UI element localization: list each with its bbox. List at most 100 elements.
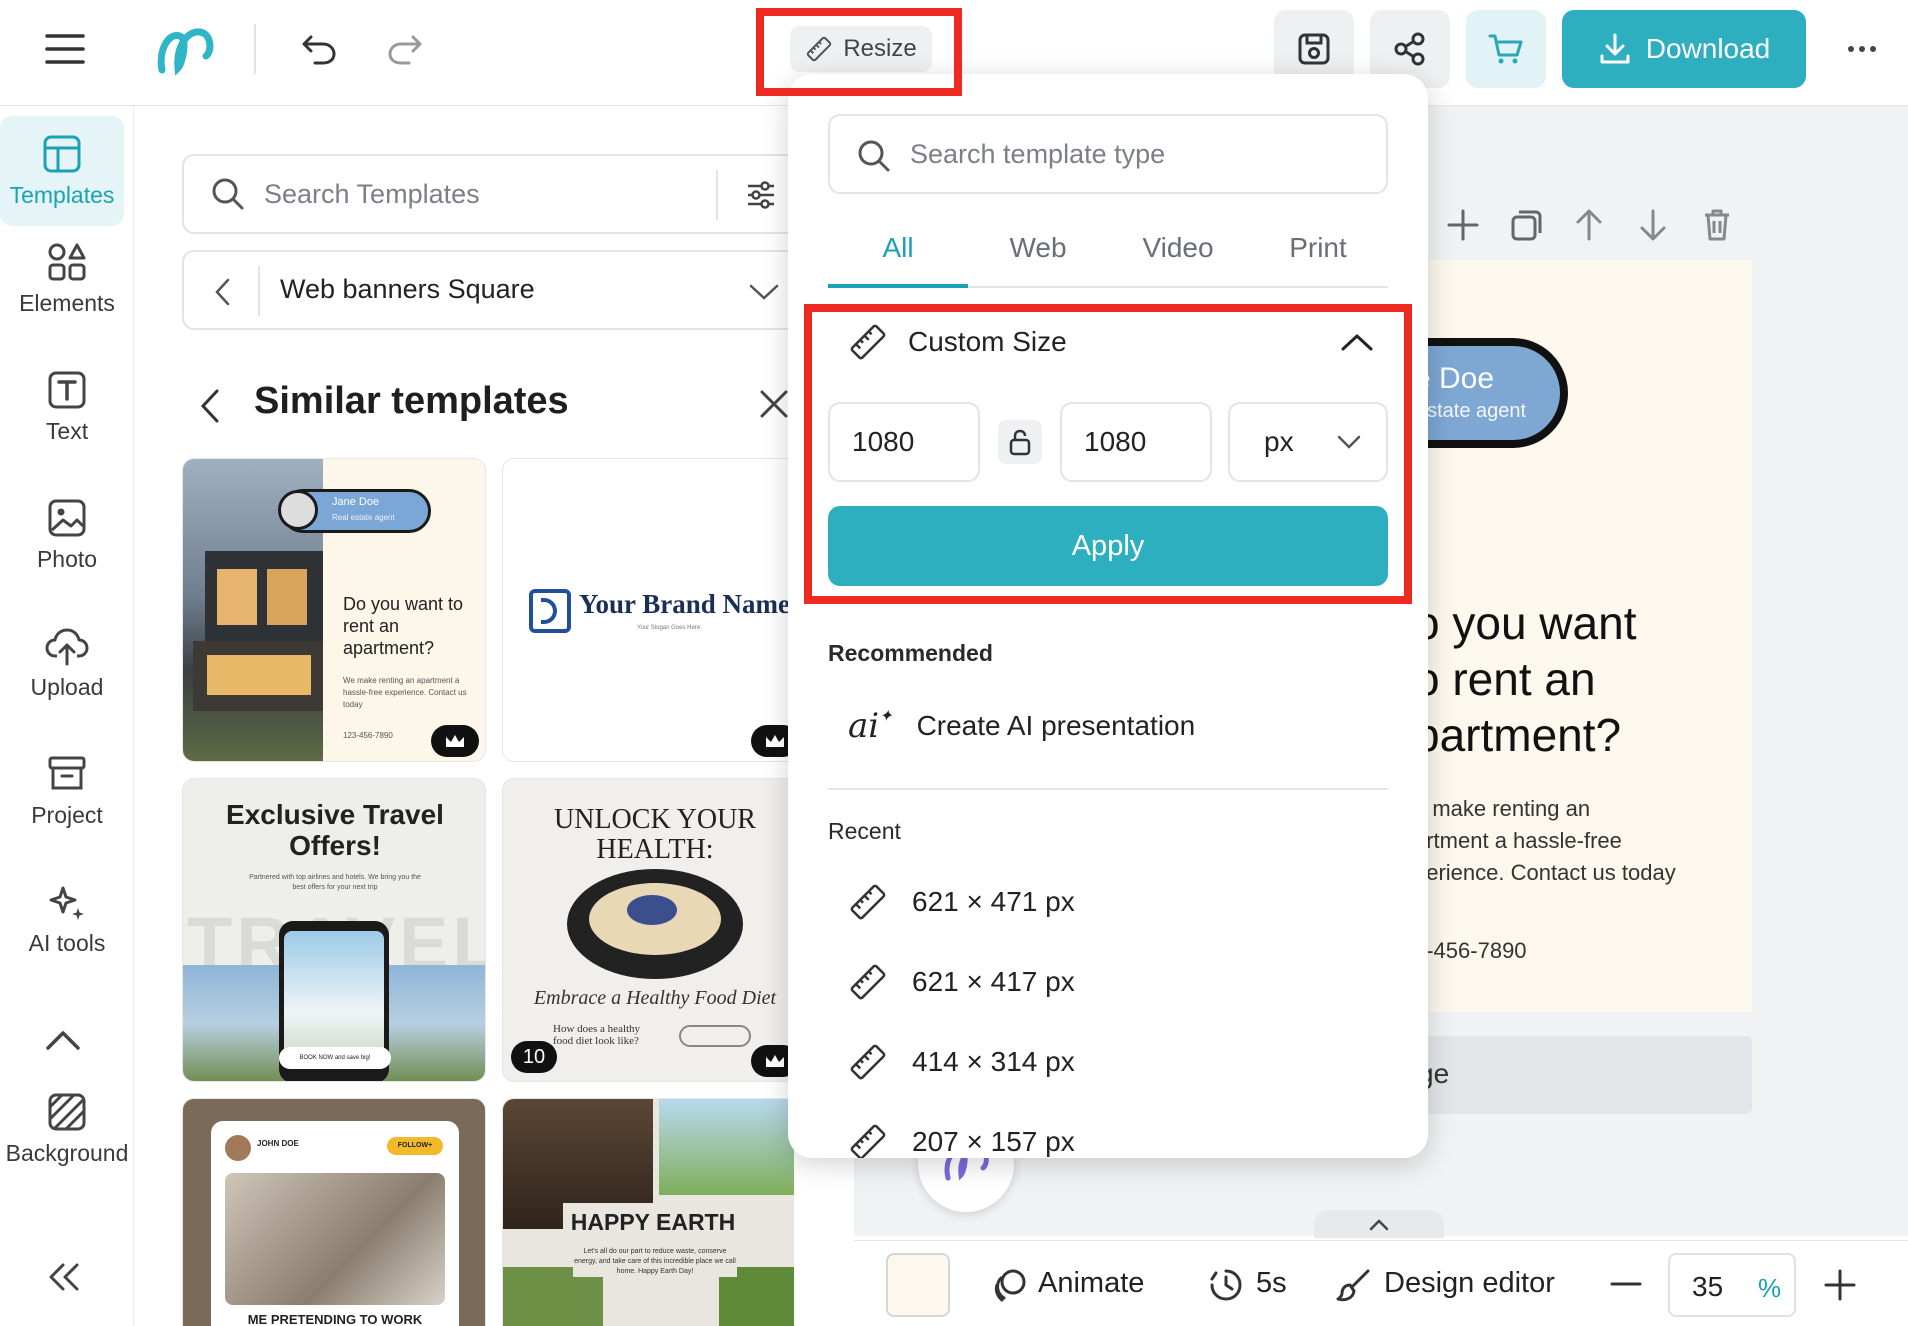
design-editor-label[interactable]: Design editor (1384, 1267, 1555, 1300)
more-options-icon[interactable] (1840, 30, 1884, 68)
template-subtitle: Partnered with top airlines and hotels. … (249, 874, 421, 891)
zoom-value: 35 (1692, 1271, 1724, 1302)
filter-icon[interactable] (746, 180, 776, 210)
design-headline-1: o you want (1414, 597, 1637, 649)
recent-size-item[interactable]: 621 × 471 px (848, 872, 1075, 932)
category-label: Web banners Square (280, 274, 535, 304)
sidebar-item-templates[interactable]: Templates (0, 116, 124, 226)
search-placeholder: Search template type (910, 139, 1166, 169)
trash-icon[interactable] (1702, 208, 1732, 242)
template-card-earth-day[interactable]: HAPPY EARTH DAY Let's all do our part to… (502, 1098, 794, 1326)
tab-web[interactable]: Web (968, 232, 1108, 264)
template-headline: UNLOCK YOUR HEALTH: (554, 804, 756, 865)
sidebar-item-ai-tools[interactable]: AI tools (0, 864, 134, 974)
recent-size-item[interactable]: 621 × 417 px (848, 952, 1075, 1012)
templates-panel: Search Templates Web banners Square Simi… (134, 106, 794, 1326)
sidebar-item-upload[interactable]: Upload (0, 608, 134, 718)
duration-label[interactable]: 5s (1256, 1267, 1287, 1300)
timer-icon[interactable] (1208, 1267, 1244, 1303)
download-button[interactable]: Download (1562, 10, 1806, 88)
sparkle-icon (49, 886, 84, 920)
bottom-toolbar: Animate 5s Design editor 35 % (854, 1240, 1908, 1326)
sidebar-item-label: Project (31, 801, 103, 828)
background-color-swatch[interactable] (886, 1253, 950, 1317)
arrow-button (679, 1025, 751, 1047)
avatar (225, 1135, 251, 1161)
brand-logo-icon (529, 589, 571, 633)
close-icon[interactable] (758, 388, 790, 420)
chevron-up-icon[interactable] (40, 1020, 86, 1060)
text-icon (48, 371, 86, 408)
menu-icon[interactable] (40, 28, 90, 70)
recent-size-item[interactable]: 414 × 314 px (848, 1032, 1075, 1092)
template-headline: Exclusive Travel Offers! (226, 799, 444, 861)
search-placeholder: Search Templates (264, 178, 480, 209)
sidebar-item-label: Templates (9, 181, 115, 208)
sidebar-item-label: Background (5, 1139, 129, 1166)
design-body-2: artment a hassle-free (1414, 828, 1622, 853)
template-card-real-estate[interactable]: Jane Doe Real estate agent Do you want t… (182, 458, 486, 762)
search-icon (212, 178, 244, 210)
image-icon (48, 499, 86, 536)
create-ai-presentation-item[interactable]: ai✦ Create AI presentation (848, 696, 1195, 756)
zoom-out-icon[interactable] (1610, 1281, 1642, 1287)
duplicate-icon[interactable] (1510, 208, 1544, 242)
similar-templates-title: Similar templates (254, 380, 569, 422)
logo-icon[interactable] (154, 22, 220, 78)
redo-icon[interactable] (384, 28, 426, 70)
template-card-travel[interactable]: Exclusive Travel Offers! Partnered with … (182, 778, 486, 1082)
sidebar-item-project[interactable]: Project (0, 736, 134, 846)
recent-size-item[interactable]: 207 × 157 px (848, 1112, 1075, 1158)
sidebar-item-photo[interactable]: Photo (0, 480, 134, 590)
brush-icon[interactable] (1336, 1267, 1372, 1303)
animate-icon[interactable] (992, 1267, 1028, 1303)
template-card-brand[interactable]: Your Brand Name Your Slogan Goes Here (502, 458, 794, 762)
tab-print[interactable]: Print (1248, 232, 1388, 264)
recent-size-label: 207 × 157 px (912, 1126, 1075, 1157)
search-icon (858, 140, 890, 172)
sidebar-item-label: Elements (19, 289, 115, 316)
expand-tab[interactable] (1314, 1210, 1444, 1238)
design-page[interactable]: e Doe estate agent o you want o rent an … (1412, 260, 1752, 1012)
download-label: Download (1645, 33, 1771, 64)
sidebar-item-label: Upload (30, 673, 104, 700)
category-dropdown[interactable]: Web banners Square (182, 250, 794, 330)
zoom-input[interactable]: 35 % (1668, 1253, 1796, 1317)
chevron-left-icon[interactable] (212, 276, 232, 308)
ruler-icon (850, 964, 886, 1000)
sidebar-item-background[interactable]: Background (0, 1074, 134, 1184)
cart-icon[interactable] (1466, 10, 1546, 88)
layout-icon (43, 135, 81, 172)
template-body: Let's all do our part to reduce waste, c… (573, 1247, 737, 1277)
tab-all[interactable]: All (828, 232, 968, 264)
undo-icon[interactable] (298, 28, 340, 70)
sidebar-item-label: AI tools (28, 929, 106, 956)
recent-size-label: 621 × 417 px (912, 966, 1075, 997)
premium-badge (431, 725, 479, 757)
arrow-up-icon[interactable] (1574, 208, 1604, 242)
page-label[interactable]: ge (1412, 1036, 1752, 1114)
template-card-health[interactable]: UNLOCK YOUR HEALTH: Embrace a Healthy Fo… (502, 778, 794, 1082)
page-count-badge: 10 (511, 1041, 557, 1073)
template-name: Jane Doe (332, 496, 380, 508)
template-search-input[interactable]: Search Templates (182, 154, 794, 234)
design-role: estate agent (1416, 400, 1527, 422)
design-name-pill: e Doe estate agent (1412, 338, 1568, 448)
back-arrow-icon[interactable] (198, 388, 222, 424)
add-page-icon[interactable] (1446, 208, 1480, 242)
sidebar-item-text[interactable]: Text (0, 352, 134, 462)
template-caption: ME PRETENDING TO WORK WHILE ACTUALLY (247, 1312, 423, 1326)
work-photo (225, 1173, 445, 1305)
tab-video[interactable]: Video (1108, 232, 1248, 264)
template-type-search-input[interactable]: Search template type (828, 114, 1388, 194)
sidebar-item-elements[interactable]: Elements (0, 224, 134, 334)
collapse-sidebar-icon[interactable] (40, 1254, 86, 1300)
template-card-work[interactable]: JOHN DOE FOLLOW+ ME PRETENDING TO WORK W… (182, 1098, 486, 1326)
arrow-down-icon[interactable] (1638, 208, 1668, 242)
template-question: How does a healthy food diet look like? (553, 1023, 641, 1047)
template-cta: BOOK NOW and save big! (279, 1047, 391, 1069)
animate-label[interactable]: Animate (1038, 1267, 1144, 1300)
highlight-custom-size (804, 304, 1412, 604)
zoom-in-icon[interactable] (1824, 1269, 1856, 1301)
design-headline-3: partment? (1414, 709, 1622, 761)
